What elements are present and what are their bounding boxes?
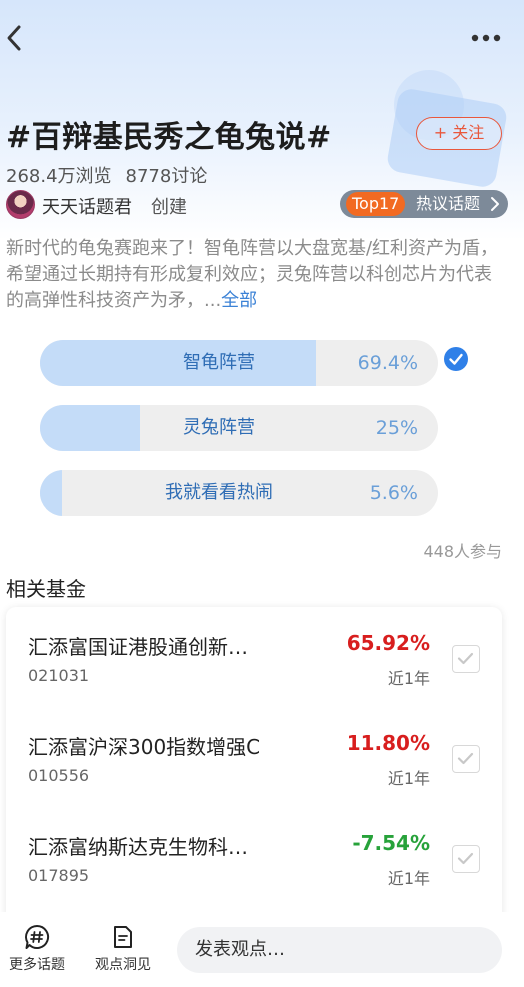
participant-count: 448人参与 [423, 542, 502, 561]
creator-row: 天天话题君 创建 Top17 热议话题 [6, 190, 508, 220]
check-icon [457, 752, 474, 765]
creator-name[interactable]: 天天话题君 [42, 193, 132, 219]
fund-item[interactable]: 汇添富国证港股通创新… 021031 65.92% 近1年 [6, 607, 502, 707]
topic-description: 新时代的龟兔赛跑来了！智龟阵营以大盘宽基/红利资产为盾，希望通过长期持有形成复利… [6, 236, 508, 314]
hashtag-bubble-icon [25, 924, 49, 949]
more-button[interactable] [470, 28, 502, 48]
fund-code: 021031 [28, 666, 90, 685]
comment-input[interactable]: 发表观点… [177, 927, 502, 973]
fund-code: 017895 [28, 866, 90, 885]
fund-period: 近1年 [387, 669, 430, 688]
hot-label: 热议话题 [416, 194, 481, 213]
topic-stats: 268.4万浏览 8778讨论 [6, 162, 207, 188]
poll-option[interactable]: 我就看看热闹 5.6% [40, 470, 438, 516]
follow-button[interactable]: + 关注 [416, 117, 502, 150]
chevron-right-icon [491, 197, 499, 211]
poll-option[interactable]: 智龟阵营 69.4% [40, 340, 438, 386]
chevron-left-icon [7, 25, 21, 51]
creator-action: 创建 [151, 197, 187, 218]
fund-period: 近1年 [387, 769, 430, 788]
fund-list: 汇添富国证港股通创新… 021031 65.92% 近1年 汇添富沪深300指数… [6, 607, 502, 927]
discussion-count: 8778讨论 [125, 166, 208, 187]
hot-topic-badge[interactable]: Top17 热议话题 [340, 190, 508, 218]
expand-link[interactable]: 全部 [221, 290, 257, 311]
insights-label: 观点洞见 [95, 957, 151, 973]
top-bar [0, 0, 524, 80]
fund-item[interactable]: 汇添富沪深300指数增强C 010556 11.80% 近1年 [6, 707, 502, 807]
check-circle-icon [444, 347, 468, 371]
more-topics-tab[interactable]: 更多话题 [2, 924, 72, 984]
view-count: 268.4万浏览 [6, 166, 112, 187]
fund-select-checkbox[interactable] [452, 745, 480, 773]
bottom-bar: 更多话题 观点洞见 发表观点… [0, 912, 524, 987]
fund-name: 汇添富国证港股通创新… [28, 635, 248, 659]
fund-return: -7.54% [352, 831, 430, 855]
more-dots-icon [471, 34, 501, 42]
fund-name: 汇添富沪深300指数增强C [28, 735, 261, 759]
check-icon [457, 652, 474, 665]
fund-code: 010556 [28, 766, 90, 785]
related-funds-title: 相关基金 [6, 577, 86, 601]
fund-item[interactable]: 汇添富纳斯达克生物科… 017895 -7.54% 近1年 [6, 807, 502, 907]
document-icon [114, 926, 132, 948]
back-button[interactable] [4, 24, 24, 52]
poll-option[interactable]: 灵兔阵营 25% [40, 405, 438, 451]
fund-name: 汇添富纳斯达克生物科… [28, 835, 248, 859]
poll-option-percent: 5.6% [369, 482, 418, 504]
avatar[interactable] [6, 190, 35, 219]
fund-period: 近1年 [387, 869, 430, 888]
fund-select-checkbox[interactable] [452, 645, 480, 673]
hot-rank: Top17 [346, 192, 406, 216]
poll-option-percent: 25% [375, 417, 418, 439]
more-topics-label: 更多话题 [9, 957, 65, 973]
topic-title: #百辩基民秀之龟兔说# [6, 120, 332, 155]
insights-tab[interactable]: 观点洞见 [88, 924, 158, 984]
fund-return: 65.92% [346, 631, 430, 655]
fund-select-checkbox[interactable] [452, 845, 480, 873]
poll-option-percent: 69.4% [357, 352, 418, 374]
check-icon [457, 852, 474, 865]
fund-return: 11.80% [346, 731, 430, 755]
